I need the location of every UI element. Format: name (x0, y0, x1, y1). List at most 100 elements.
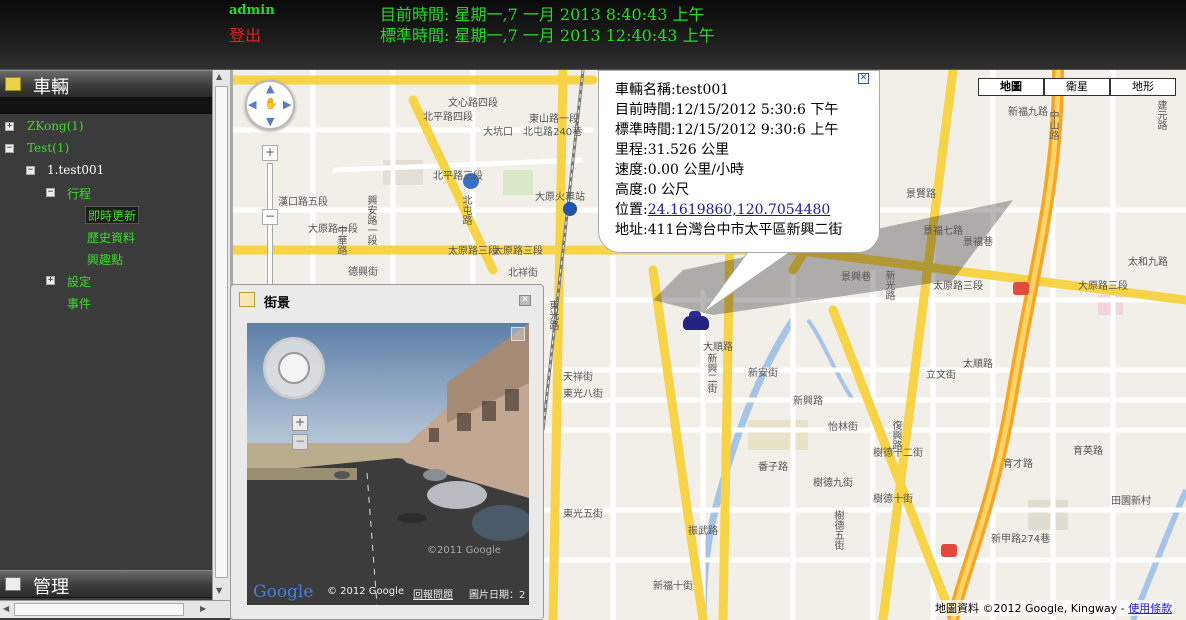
terms-link[interactable]: 使用條款 (1128, 602, 1172, 615)
vehicle-marker[interactable] (683, 311, 709, 330)
map-label: 景興巷 (841, 272, 871, 283)
map-type-map-button[interactable]: 地圖 (978, 78, 1044, 96)
close-icon[interactable]: ✕ (519, 295, 531, 306)
collapse-icon[interactable]: − (46, 188, 55, 197)
expand-icon[interactable]: + (46, 276, 55, 285)
map-label: 大坑口 (483, 127, 513, 138)
map-label: 大順路 (703, 342, 733, 353)
street-view-image[interactable]: + − ©2011 Google Google © 2012 Google 回報… (247, 323, 529, 605)
map-label: 新興二街 (705, 353, 716, 393)
map-label: 北屯路 (460, 195, 471, 225)
map-label: 大原路三段 (1078, 281, 1128, 292)
expand-icon[interactable]: + (5, 122, 14, 131)
map-label: 文心路四段 (448, 98, 498, 109)
street-view-footer: Google © 2012 Google 回報問題 圖片日期：2 (247, 581, 529, 605)
position-link[interactable]: 24.1619860,120.7054480 (648, 202, 831, 218)
scroll-down-icon[interactable]: ▼ (216, 586, 222, 595)
info-vehicle-name: 車輛名稱:test001 (615, 82, 730, 98)
pan-right-icon[interactable]: ▶ (283, 98, 291, 111)
expand-icon[interactable] (511, 327, 525, 341)
map-label: 景賢路 (906, 189, 936, 200)
horizontal-scrollbar[interactable]: ◀ ▶ (0, 600, 230, 618)
management-panel-header[interactable]: 管理 (0, 570, 212, 598)
vehicles-panel-header[interactable]: 車輛 (0, 70, 212, 98)
street-view-pan-control[interactable] (263, 337, 325, 399)
header-bar: admin 登出 目前時間: 星期一,7 一月 2013 8:40:43 上午 … (0, 0, 1186, 70)
image-date: 圖片日期：2 (469, 590, 526, 601)
map-label: 太順路 (963, 359, 993, 370)
scroll-thumb[interactable] (215, 86, 228, 578)
toolbar-strip (0, 98, 212, 114)
scroll-left-icon[interactable]: ◀ (3, 604, 9, 613)
map-label: 田園新村 (1111, 496, 1151, 507)
tree-item-settings[interactable]: 設定 (67, 273, 91, 291)
tree-vehicle-test001[interactable]: 1.test001 (47, 163, 104, 181)
map-label: 大原路一段 (308, 224, 358, 235)
zoom-in-button[interactable]: + (292, 415, 308, 431)
map-label: 樹德十二街 (873, 448, 923, 459)
map-label: 番子路 (758, 462, 788, 473)
info-address: 地址:411台灣台中市太平區新興二街 (615, 222, 843, 238)
pan-up-icon[interactable]: ▲ (266, 82, 274, 95)
map-pan-control[interactable]: ▲ ▼ ◀ ▶ ✋ (245, 80, 295, 130)
map-label: 新福九路 (1008, 107, 1048, 118)
map-label: 太原路三段 (493, 246, 543, 257)
map-label: 中山路 (1047, 110, 1058, 140)
map-label: 太原路三段 (448, 246, 498, 257)
google-logo: Google (253, 582, 314, 602)
vehicle-icon (5, 77, 21, 91)
position-label: 位置: (615, 202, 648, 218)
map-label: 東光路 (547, 300, 558, 330)
vehicle-tree: + ZKong(1) − Test(1) − 1.test001 − 行程 即時… (0, 114, 212, 570)
document-icon (239, 292, 255, 307)
scroll-thumb[interactable] (14, 603, 184, 616)
map-label: 育才路 (1003, 459, 1033, 470)
map-label: 建元路 (1155, 100, 1166, 130)
map-copyright: 地圖資料 ©2012 Google, Kingway - 使用條款 (933, 600, 1175, 616)
map-label: 新興路 (793, 396, 823, 407)
tree-item-history[interactable]: 歷史資料 (87, 229, 135, 247)
username-label: admin (229, 3, 275, 18)
street-view-panel: 街景 ✕ + − ©2011 Google Google © 2012 Goog… (230, 284, 544, 620)
hand-icon[interactable]: ✋ (264, 97, 278, 110)
map-label: 北平路四段 (423, 112, 473, 123)
map-label: 德興街 (348, 267, 378, 278)
map-label: 振武路 (688, 526, 718, 537)
zoom-out-button[interactable]: − (292, 434, 308, 450)
map-label: 新安街 (748, 368, 778, 379)
logout-link[interactable]: 登出 (229, 22, 261, 46)
chart-icon (5, 577, 21, 591)
management-title: 管理 (33, 577, 69, 598)
scroll-up-icon[interactable]: ▲ (216, 72, 222, 81)
pan-down-icon[interactable]: ▼ (266, 115, 274, 128)
scroll-right-icon[interactable]: ▶ (200, 604, 206, 613)
tree-item-trip[interactable]: 行程 (67, 185, 91, 203)
collapse-icon[interactable]: − (26, 166, 35, 175)
info-standard-time: 標準時間:12/15/2012 9:30:6 上午 (615, 122, 839, 138)
info-mileage: 里程:31.526 公里 (615, 142, 730, 158)
info-current-time: 目前時間:12/15/2012 5:30:6 下午 (615, 102, 839, 118)
tree-item-realtime[interactable]: 即時更新 (85, 206, 140, 224)
tree-group-zkong[interactable]: ZKong(1) (27, 119, 84, 137)
map-type-satellite-button[interactable]: 衛星 (1044, 78, 1110, 96)
zoom-handle[interactable]: − (262, 209, 278, 225)
vertical-scrollbar[interactable]: ▲ ▼ (212, 70, 230, 600)
tree-group-test[interactable]: Test(1) (27, 141, 69, 159)
map-label: 北屯路240巷 (523, 127, 583, 138)
map-label: 東山路一段 (529, 114, 579, 125)
report-problem-link[interactable]: 回報問題 (413, 586, 453, 601)
image-watermark: ©2011 Google (427, 545, 501, 556)
tree-item-poi[interactable]: 興趣點 (87, 251, 123, 269)
tree-item-events[interactable]: 事件 (67, 295, 91, 313)
map-type-terrain-button[interactable]: 地形 (1110, 78, 1176, 96)
zoom-in-button[interactable]: + (262, 145, 278, 161)
map-label: 新福十街 (653, 581, 693, 592)
map-label: 立文街 (926, 370, 956, 381)
close-icon[interactable]: ✕ (858, 73, 869, 84)
map-label: 樹德九街 (813, 478, 853, 489)
map-label: 東光五街 (563, 509, 603, 520)
collapse-icon[interactable]: − (5, 144, 14, 153)
pan-left-icon[interactable]: ◀ (248, 98, 256, 111)
street-view-compass[interactable] (278, 352, 310, 384)
vehicles-title: 車輛 (33, 77, 69, 98)
